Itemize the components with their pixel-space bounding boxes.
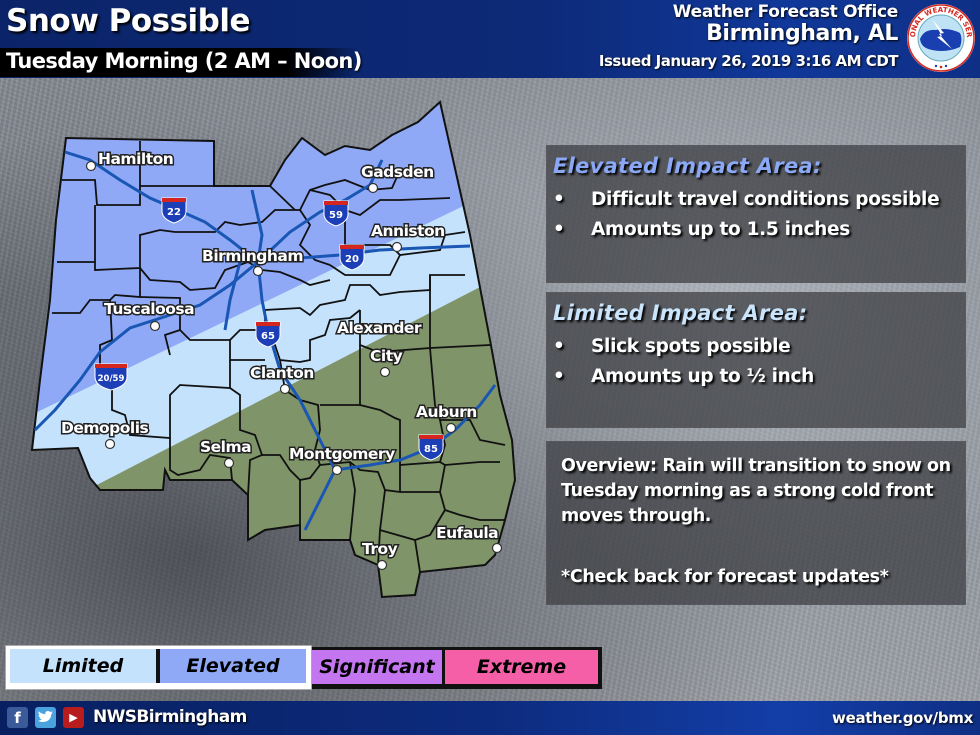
office-location: Birmingham, AL xyxy=(706,21,898,46)
city-dot-clanton xyxy=(279,383,291,395)
city-label-eufaula: Eufaula xyxy=(436,524,498,542)
legend-item-significant: Significant xyxy=(312,650,442,684)
city-label-troy: Troy xyxy=(362,540,398,558)
city-dot-hamilton xyxy=(85,160,97,172)
city-dot-eufaula xyxy=(491,542,503,554)
limited-impact-panel: Limited Impact Area: • Slick spots possib… xyxy=(546,292,966,428)
city-dot-alexander-city xyxy=(379,366,391,378)
svg-text:85: 85 xyxy=(424,444,438,455)
page-title: Snow Possible xyxy=(6,3,251,39)
bullet-icon: • xyxy=(553,336,565,357)
svg-text:22: 22 xyxy=(167,207,181,218)
city-label-montgomery: Montgomery xyxy=(289,445,395,463)
city-dot-montgomery xyxy=(331,464,343,476)
city-dot-selma xyxy=(223,457,235,469)
social-handle[interactable]: NWSBirmingham xyxy=(93,707,247,727)
svg-text:59: 59 xyxy=(329,210,343,221)
overview-panel: Overview: Rain will transition to snow o… xyxy=(546,441,966,605)
check-back-note: *Check back for forecast updates* xyxy=(561,567,889,587)
legend-item-elevated: Elevated xyxy=(160,649,306,683)
city-label-gadsden: Gadsden xyxy=(361,163,434,181)
city-label-demopolis: Demopolis xyxy=(61,419,149,437)
city-dot-tuscaloosa xyxy=(149,320,161,332)
city-label-city: City xyxy=(370,347,403,365)
limited-bullet: • Amounts up to ½ inch xyxy=(553,366,815,387)
elevated-bullet: • Amounts up to 1.5 inches xyxy=(553,219,851,240)
limited-bullet: • Slick spots possible xyxy=(553,336,791,357)
youtube-icon[interactable]: ▶ xyxy=(63,707,84,728)
nws-logo-icon: NATIONAL WEATHER SERVICE xyxy=(906,3,975,72)
city-label-alexander: Alexander xyxy=(337,319,422,337)
city-label-clanton: Clanton xyxy=(250,364,314,382)
city-dot-gadsden xyxy=(367,182,379,194)
city-dot-demopolis xyxy=(104,438,116,450)
legend-item-limited: Limited xyxy=(10,649,156,683)
twitter-icon[interactable] xyxy=(35,707,56,728)
svg-text:65: 65 xyxy=(261,331,275,342)
city-label-selma: Selma xyxy=(200,438,251,456)
svg-text:20: 20 xyxy=(345,254,359,265)
svg-text:20/59: 20/59 xyxy=(98,374,125,384)
overview-text: Overview: Rain will transition to snow o… xyxy=(561,456,951,526)
bullet-icon: • xyxy=(553,366,565,387)
website-link[interactable]: weather.gov/bmx xyxy=(832,709,973,727)
facebook-icon[interactable]: f xyxy=(7,707,28,728)
legend-item-extreme: Extreme xyxy=(445,650,598,684)
city-dot-troy xyxy=(376,559,388,571)
city-label-hamilton: Hamilton xyxy=(98,150,173,168)
city-dot-anniston xyxy=(391,241,403,253)
issued-timestamp: Issued January 26, 2019 3:16 AM CDT xyxy=(598,52,899,70)
city-label-anniston: Anniston xyxy=(371,222,445,240)
limited-heading: Limited Impact Area: xyxy=(553,301,808,325)
city-dot-birmingham xyxy=(252,265,264,277)
page-subtitle: Tuesday Morning (2 AM – Noon) xyxy=(6,49,362,73)
bullet-icon: • xyxy=(553,219,565,240)
office-label: Weather Forecast Office xyxy=(672,2,899,22)
elevated-heading: Elevated Impact Area: xyxy=(553,154,822,178)
elevated-impact-panel: Elevated Impact Area: • Difficult travel … xyxy=(546,145,966,283)
bullet-icon: • xyxy=(553,189,565,210)
elevated-bullet: • Difficult travel conditions possible xyxy=(553,189,940,210)
city-dot-auburn xyxy=(445,422,457,434)
city-label-birmingham: Birmingham xyxy=(202,247,303,265)
city-label-tuscaloosa: Tuscaloosa xyxy=(104,300,194,318)
city-label-auburn: Auburn xyxy=(416,403,477,421)
